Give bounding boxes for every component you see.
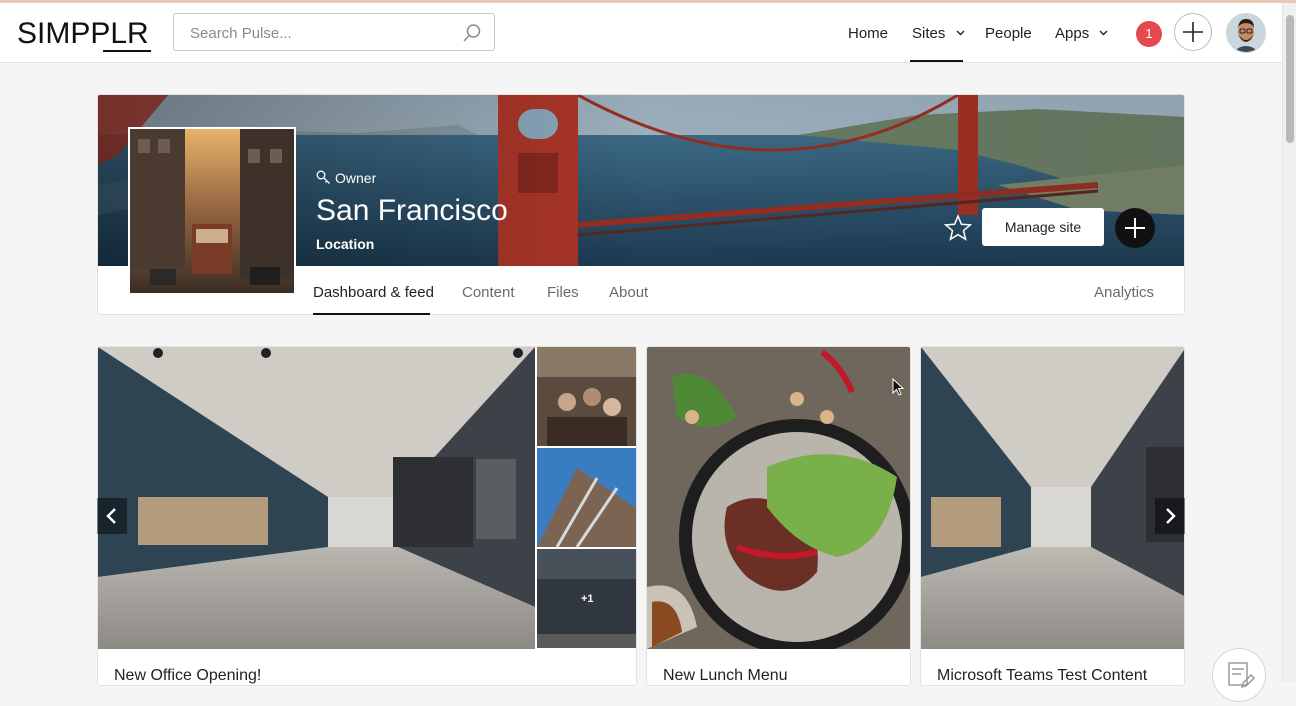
search-box[interactable] — [173, 13, 495, 51]
feed-card-title[interactable]: Microsoft Teams Test Content — [937, 667, 1147, 685]
nav-apps-label: Apps — [1055, 25, 1090, 42]
favorite-star-icon[interactable] — [944, 214, 972, 242]
logo-underline — [103, 50, 151, 52]
feed-card-title[interactable]: New Office Opening! — [114, 667, 261, 685]
nav-home-label: Home — [848, 25, 889, 42]
chevron-right-icon — [1166, 508, 1176, 524]
search-icon[interactable] — [462, 23, 482, 43]
feed-card-lunch-menu[interactable]: New Lunch Menu — [646, 346, 911, 686]
site-role: Owner — [316, 170, 376, 186]
active-tab-indicator — [313, 313, 430, 315]
user-avatar[interactable] — [1226, 13, 1266, 53]
site-role-label: Owner — [335, 170, 377, 186]
plus-icon — [1183, 22, 1203, 42]
mouse-cursor-icon — [892, 378, 904, 396]
office-hallway-image — [921, 347, 1184, 649]
carousel-previous-button[interactable] — [97, 498, 127, 534]
tab-content[interactable]: Content — [462, 284, 515, 301]
office-building-thumbnail — [537, 448, 636, 547]
site-thumbnail-image — [130, 129, 294, 293]
nav-people-label: People — [985, 25, 1032, 42]
site-category: Location — [316, 236, 375, 252]
chevron-down-icon — [1099, 30, 1108, 36]
nav-home[interactable]: Home — [848, 25, 888, 43]
feed-card-teams-test[interactable]: Microsoft Teams Test Content — [920, 346, 1185, 686]
tab-about[interactable]: About — [609, 284, 648, 301]
search-input[interactable] — [188, 22, 452, 44]
user-avatar-image — [1227, 14, 1265, 52]
office-hallway-image — [98, 347, 535, 649]
scrollbar-thumb[interactable] — [1286, 15, 1294, 143]
chevron-left-icon — [106, 508, 116, 524]
nav-sites-label: Sites — [912, 25, 946, 42]
key-icon — [316, 170, 330, 184]
site-title: San Francisco — [316, 194, 508, 227]
carousel-next-button[interactable] — [1155, 498, 1185, 534]
tab-dashboard-feed[interactable]: Dashboard & feed — [313, 284, 434, 301]
lunch-dish-image — [647, 347, 910, 649]
feed-card-office-opening[interactable]: +1 New Office Opening! — [97, 346, 637, 686]
nav-active-indicator — [910, 60, 963, 62]
top-navigation-bar: SIMPPLR Home Sites People Apps 1 — [0, 3, 1282, 63]
site-add-button[interactable] — [1115, 208, 1155, 248]
edit-document-icon — [1228, 662, 1256, 689]
simpplr-logo[interactable]: SIMPPLR — [17, 18, 149, 50]
page-scrollbar[interactable] — [1282, 3, 1296, 682]
notification-badge[interactable]: 1 — [1136, 21, 1162, 47]
site-thumbnail — [128, 127, 296, 295]
more-images-count[interactable]: +1 — [581, 593, 594, 605]
nav-people[interactable]: People — [985, 25, 1032, 43]
create-button[interactable] — [1174, 13, 1212, 51]
nav-sites[interactable]: Sites — [912, 25, 965, 43]
nav-apps[interactable]: Apps — [1055, 25, 1108, 43]
chevron-down-icon — [956, 30, 965, 36]
tab-files[interactable]: Files — [547, 284, 579, 301]
tab-analytics[interactable]: Analytics — [1094, 284, 1154, 301]
plus-icon — [1125, 218, 1145, 238]
compose-floating-button[interactable] — [1212, 648, 1266, 702]
manage-site-button[interactable]: Manage site — [982, 208, 1104, 246]
feed-card-title[interactable]: New Lunch Menu — [663, 667, 788, 685]
office-meeting-thumbnail — [537, 347, 636, 446]
